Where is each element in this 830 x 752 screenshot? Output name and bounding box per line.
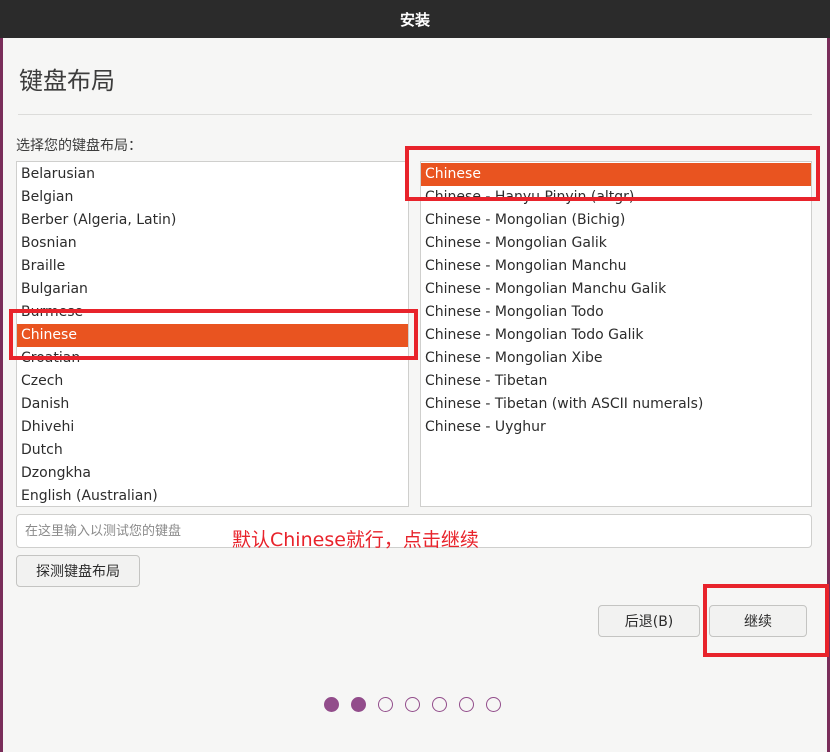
progress-dot <box>378 697 393 712</box>
keyboard-variant-list[interactable]: Chinese Chinese - Hanyu Pinyin (altgr) Chi… <box>420 161 812 507</box>
variant-list-item[interactable]: Chinese - Tibetan (with ASCII numerals) <box>421 393 811 416</box>
layout-list-item[interactable]: Braille <box>17 255 408 278</box>
progress-dot <box>459 697 474 712</box>
variant-list-item[interactable]: Chinese <box>421 163 811 186</box>
layout-list-item[interactable]: Croatian <box>17 347 408 370</box>
variant-list-item[interactable]: Chinese - Mongolian Todo <box>421 301 811 324</box>
variant-list-item[interactable]: Chinese - Mongolian (Bichig) <box>421 209 811 232</box>
variant-list-item[interactable]: Chinese - Hanyu Pinyin (altgr) <box>421 186 811 209</box>
layout-list-item[interactable]: Burmese <box>17 301 408 324</box>
layout-list-item[interactable]: Bulgarian <box>17 278 408 301</box>
page-title: 键盘布局 <box>19 67 115 95</box>
layout-list-item[interactable]: Belarusian <box>17 163 408 186</box>
continue-button[interactable]: 继续 <box>709 605 807 637</box>
window-titlebar: 安装 <box>0 0 830 38</box>
variant-list-item[interactable]: Chinese - Mongolian Manchu <box>421 255 811 278</box>
header-divider <box>18 114 812 115</box>
keyboard-layout-rows: Belarusian Belgian Berber (Algeria, Latin)… <box>17 162 408 506</box>
progress-indicator <box>324 697 501 712</box>
layout-list-item[interactable]: English (Australian) <box>17 485 408 506</box>
layout-list-item[interactable]: Czech <box>17 370 408 393</box>
keyboard-layout-list[interactable]: Belarusian Belgian Berber (Algeria, Latin)… <box>16 161 409 507</box>
layout-prompt: 选择您的键盘布局： <box>16 138 142 154</box>
layout-list-item[interactable]: Bosnian <box>17 232 408 255</box>
layout-list-item[interactable]: Dzongkha <box>17 462 408 485</box>
progress-dot <box>486 697 501 712</box>
progress-dot <box>432 697 447 712</box>
layout-list-item[interactable]: Dutch <box>17 439 408 462</box>
variant-list-item[interactable]: Chinese - Mongolian Galik <box>421 232 811 255</box>
variant-list-item[interactable]: Chinese - Mongolian Todo Galik <box>421 324 811 347</box>
layout-list-item[interactable]: Danish <box>17 393 408 416</box>
variant-list-item[interactable]: Chinese - Mongolian Manchu Galik <box>421 278 811 301</box>
variant-list-item[interactable]: Chinese - Tibetan <box>421 370 811 393</box>
layout-list-item[interactable]: Berber (Algeria, Latin) <box>17 209 408 232</box>
detect-layout-button[interactable]: 探测键盘布局 <box>16 555 140 587</box>
window-left-edge <box>0 0 3 752</box>
progress-dot <box>324 697 339 712</box>
variant-list-item[interactable]: Chinese - Uyghur <box>421 416 811 439</box>
window-title: 安装 <box>399 10 430 29</box>
layout-list-item[interactable]: Belgian <box>17 186 408 209</box>
layout-list-item[interactable]: Dhivehi <box>17 416 408 439</box>
progress-dot <box>405 697 420 712</box>
layout-list-item[interactable]: Chinese <box>17 324 408 347</box>
variant-list-item[interactable]: Chinese - Mongolian Xibe <box>421 347 811 370</box>
back-button[interactable]: 后退(B) <box>598 605 700 637</box>
progress-dot <box>351 697 366 712</box>
keyboard-test-input[interactable] <box>16 514 812 548</box>
keyboard-variant-rows: Chinese Chinese - Hanyu Pinyin (altgr) Chi… <box>421 162 811 439</box>
